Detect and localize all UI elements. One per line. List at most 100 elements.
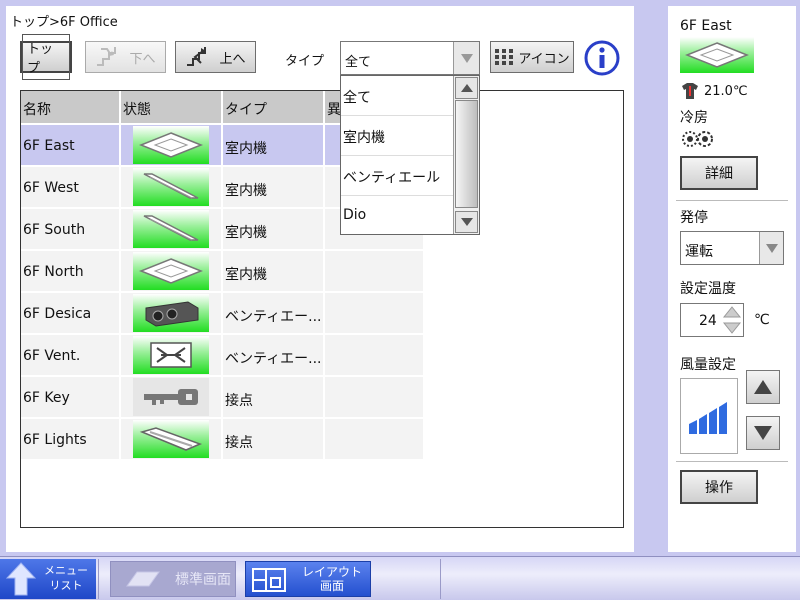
fan-up-button[interactable]: [746, 370, 780, 404]
menu-line2: リスト: [49, 579, 83, 592]
arrow-up-icon: [754, 380, 772, 394]
stairs-up-icon: [187, 47, 207, 66]
row-error: [325, 377, 425, 419]
standard-view-button[interactable]: 標準画面: [110, 561, 236, 597]
chevron-down-icon[interactable]: [453, 42, 479, 74]
row-name: 6F North: [21, 251, 121, 293]
ceiling-cassette-icon: [680, 37, 754, 73]
room-temp-value: 21.0℃: [704, 83, 748, 99]
fan-speed-label: 風量設定: [680, 357, 736, 373]
ceiling-slim-icon: [133, 168, 209, 206]
layout-view-label: レイアウト 画面: [302, 565, 362, 593]
row-status: [121, 293, 223, 335]
row-type: 室内機: [223, 209, 325, 251]
fan-down-button[interactable]: [746, 416, 780, 450]
bottom-navigation: メニュー リスト 標準画面 レイアウト 画面: [0, 556, 800, 600]
divider: [676, 200, 788, 201]
divider: [676, 461, 788, 462]
row-type: 室内機: [223, 167, 325, 209]
row-status: [121, 419, 223, 461]
scroll-up-icon[interactable]: [455, 77, 478, 99]
row-error: [325, 251, 425, 293]
row-name: 6F Vent.: [21, 335, 121, 377]
detail-button[interactable]: 詳細: [680, 156, 758, 190]
row-type: 室内機: [223, 125, 325, 167]
row-error: [325, 335, 425, 377]
info-icon: [584, 40, 620, 76]
setpoint-label: 設定温度: [680, 281, 736, 297]
setpoint-value: 24: [699, 313, 717, 329]
scroll-thumb[interactable]: [455, 100, 478, 208]
row-type: 接点: [223, 377, 325, 419]
menu-line1: メニュー: [44, 564, 88, 577]
top-button-label: トップ: [22, 34, 70, 80]
detail-panel: 6F East 21.0℃ 冷房 詳細 発停 運転 設定温度 24 ℃ 風量設定: [644, 0, 800, 556]
layout-icon: [252, 568, 286, 592]
arrow-down-icon: [754, 426, 772, 440]
arrow-up-icon: [6, 562, 36, 596]
ceiling-cassette-icon: [133, 252, 209, 290]
key-icon: [133, 378, 209, 416]
table-row[interactable]: 6F North 室内機: [21, 251, 425, 293]
info-button[interactable]: [584, 40, 620, 76]
mode-label: 冷房: [680, 110, 708, 126]
up-button[interactable]: 上へ: [175, 41, 256, 73]
room-temperature: 21.0℃: [680, 82, 748, 100]
thermometer-shirt-icon: [682, 83, 698, 99]
ceiling-slim-icon: [133, 210, 209, 248]
top-button[interactable]: トップ: [20, 34, 72, 80]
table-row[interactable]: 6F Key 接点: [21, 377, 425, 419]
table-row[interactable]: 6F Desica ベンティエー...: [21, 293, 425, 335]
row-error: [325, 293, 425, 335]
layout-line1: レイアウト: [302, 565, 363, 579]
menu-list-button[interactable]: メニュー リスト: [0, 559, 96, 599]
type-dropdown-list: 全て 室内機 ベンティエール Dio: [340, 75, 480, 235]
desica-unit-icon: [133, 294, 209, 332]
dropdown-option-ventiair[interactable]: ベンティエール: [341, 156, 455, 196]
chevron-down-icon[interactable]: [759, 232, 783, 264]
spin-arrows-icon[interactable]: [721, 304, 743, 336]
down-button[interactable]: 下へ: [85, 41, 166, 73]
type-filter-select[interactable]: 全て: [340, 41, 480, 75]
scroll-down-icon[interactable]: [455, 211, 478, 233]
fan-level-indicator: [680, 378, 738, 454]
standard-view-label: 標準画面: [175, 572, 231, 588]
up-button-label: 上へ: [219, 51, 246, 67]
header-status: 状態: [121, 91, 223, 125]
layout-line2: 画面: [320, 579, 345, 593]
row-name: 6F Desica: [21, 293, 121, 335]
table-row[interactable]: 6F Vent. ベンティエー...: [21, 335, 425, 377]
table-row[interactable]: 6F Lights 接点: [21, 419, 425, 461]
layout-view-button[interactable]: レイアウト 画面: [245, 561, 371, 597]
row-name: 6F East: [21, 125, 121, 167]
row-status: [121, 251, 223, 293]
row-status: [121, 335, 223, 377]
ceiling-cassette-icon: [126, 571, 160, 587]
row-name: 6F West: [21, 167, 121, 209]
setpoint-stepper[interactable]: 24: [680, 303, 744, 337]
row-name: 6F Lights: [21, 419, 121, 461]
grid-icon: [495, 49, 514, 65]
onoff-select[interactable]: 運転: [680, 231, 784, 265]
row-status: [121, 209, 223, 251]
onoff-label: 発停: [680, 210, 708, 226]
divider: [440, 559, 441, 599]
dropdown-option-dio[interactable]: Dio: [341, 196, 455, 236]
operate-button[interactable]: 操作: [680, 470, 758, 504]
breadcrumb: トップ>6F Office: [10, 15, 118, 30]
dropdown-option-all[interactable]: 全て: [341, 76, 455, 116]
icon-view-button[interactable]: アイコン: [490, 41, 574, 73]
header-name: 名称: [21, 91, 121, 125]
fan-level-bars-icon: [689, 402, 727, 434]
fan-gear-icon: [680, 129, 716, 153]
light-fixture-icon: [133, 420, 209, 458]
row-type: 接点: [223, 419, 325, 461]
type-filter-value: 全て: [345, 55, 372, 70]
detail-unit-name: 6F East: [680, 18, 732, 34]
dropdown-option-indoor[interactable]: 室内機: [341, 116, 455, 156]
stairs-down-icon: [97, 47, 117, 66]
dropdown-scrollbar[interactable]: [453, 76, 479, 234]
type-filter-label: タイプ: [285, 54, 325, 69]
row-type: ベンティエー...: [223, 293, 325, 335]
divider: [98, 559, 99, 599]
